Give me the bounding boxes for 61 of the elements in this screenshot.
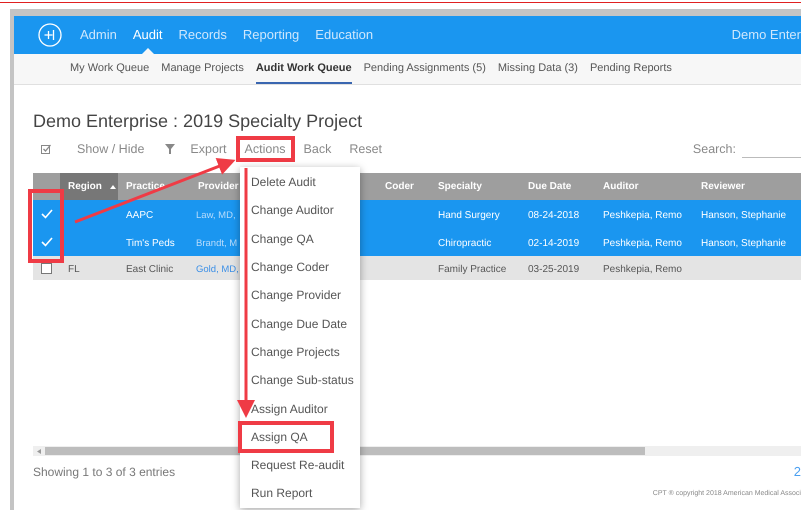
subnav-tab[interactable]: My Work Queue (70, 54, 150, 84)
sort-ascending-icon (110, 184, 116, 188)
subnav-tab[interactable]: Missing Data (3) (498, 54, 578, 84)
toolbar-button[interactable]: Show / Hide (72, 140, 150, 158)
column-header[interactable]: Auditor (595, 173, 693, 200)
nav-tab[interactable]: Reporting (234, 16, 308, 54)
column-header[interactable]: Specialty (430, 173, 520, 200)
column-header[interactable]: Reviewer (693, 173, 800, 200)
table-cell: Tim's Peds (126, 238, 175, 249)
page-link[interactable]: 2 (794, 462, 801, 482)
checkmark-icon[interactable] (40, 237, 52, 247)
table-cell: AAPC (126, 210, 154, 221)
menu-item[interactable]: Assign QA (240, 422, 332, 451)
table-cell: Hanson, Stephanie (701, 238, 786, 249)
toolbar-button[interactable]: Reset (344, 140, 387, 158)
search-label: Search: (692, 140, 736, 158)
subnav-tab[interactable]: Audit Work Queue (256, 54, 352, 84)
table-cell: 03-25-2019 (528, 264, 580, 275)
logo-icon[interactable] (38, 23, 62, 47)
account-name[interactable]: Demo Enter (732, 25, 801, 45)
subnav-tab[interactable]: Pending Assignments (5) (364, 54, 486, 84)
menu-item[interactable]: Run Report (240, 479, 360, 508)
table-cell: Peshkepia, Remo (603, 238, 682, 249)
column-header[interactable]: Coder (377, 173, 430, 200)
table-cell: FL (68, 264, 80, 275)
toolbar-button[interactable]: Export (185, 140, 232, 158)
checkmark-icon[interactable] (40, 209, 52, 219)
table-cell: Peshkepia, Remo (603, 210, 682, 221)
menu-item[interactable]: Change Projects (240, 338, 360, 366)
table-cell: Family Practice (438, 264, 506, 275)
column-header[interactable]: Due Date (520, 173, 595, 200)
table-cell: 02-14-2019 (528, 238, 580, 249)
column-header[interactable]: Region (60, 173, 118, 200)
menu-item[interactable]: Request Re-audit (240, 450, 360, 480)
menu-item[interactable]: Change Due Date (240, 309, 360, 338)
table-cell: East Clinic (126, 264, 174, 275)
table-cell: Chiropractic (438, 238, 492, 249)
table-cell: 08-24-2018 (528, 210, 580, 221)
nav-tab[interactable]: Admin (72, 16, 125, 54)
provider-link[interactable]: Brandt, M (196, 238, 238, 249)
table-cell: Hanson, Stephanie (701, 210, 786, 221)
column-header[interactable]: Practice (118, 173, 190, 200)
checkbox-icon[interactable] (41, 144, 52, 154)
nav-tab[interactable]: Records (170, 16, 235, 54)
provider-link[interactable]: Law, MD, (196, 210, 236, 221)
menu-item[interactable]: Delete Audit (240, 168, 360, 196)
toolbar-button[interactable]: Back (298, 140, 336, 158)
menu-item[interactable]: Change Provider (240, 281, 360, 310)
scroll-left-icon[interactable] (37, 448, 41, 454)
filter-icon[interactable] (165, 144, 176, 154)
page-title: Demo Enterprise : 2019 Specialty Project (33, 110, 362, 133)
nav-tab[interactable]: Education (307, 16, 382, 54)
checkbox[interactable] (41, 262, 52, 274)
entries-info: Showing 1 to 3 of 3 entries (33, 464, 176, 481)
subnav-tab[interactable]: Manage Projects (161, 54, 244, 84)
table-cell: Hand Surgery (438, 210, 500, 221)
subnav-tab[interactable]: Pending Reports (590, 54, 672, 84)
provider-link[interactable]: Gold, MD, (196, 264, 239, 275)
menu-item[interactable]: Change Sub-status (240, 366, 360, 394)
menu-item[interactable]: Assign Auditor (240, 394, 360, 423)
table-cell: Peshkepia, Remo (603, 264, 682, 275)
